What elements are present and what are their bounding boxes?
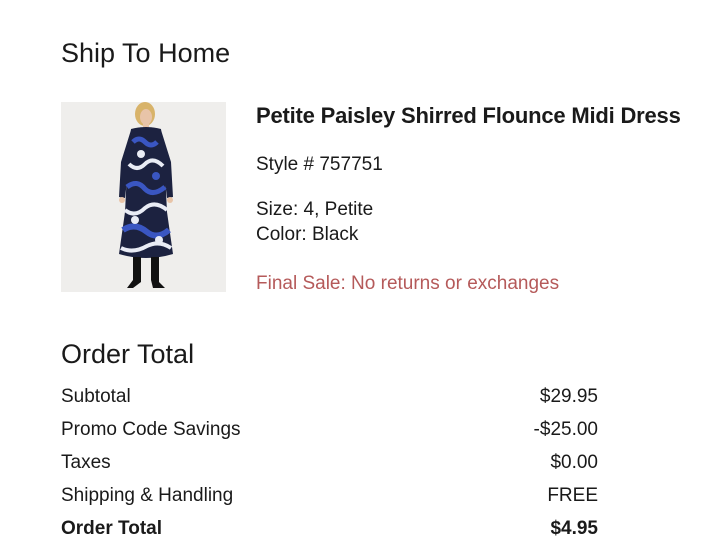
- promo-savings-row: Promo Code Savings -$25.00: [61, 413, 598, 446]
- product-image[interactable]: [61, 102, 226, 292]
- taxes-value: $0.00: [550, 452, 598, 473]
- order-total-label: Order Total: [61, 518, 162, 539]
- taxes-label: Taxes: [61, 452, 111, 473]
- product-details: Petite Paisley Shirred Flounce Midi Dres…: [256, 102, 716, 296]
- order-totals-table: Subtotal $29.95 Promo Code Savings -$25.…: [61, 380, 598, 543]
- shipping-handling-label: Shipping & Handling: [61, 485, 234, 506]
- order-total-heading: Order Total: [61, 339, 195, 369]
- promo-savings-label: Promo Code Savings: [61, 419, 241, 440]
- order-total-row: Order Total $4.95: [61, 512, 598, 543]
- shipping-handling-row: Shipping & Handling FREE: [61, 479, 598, 512]
- product-color: Color: Black: [256, 224, 359, 245]
- promo-savings-value: -$25.00: [533, 419, 598, 440]
- product-style-number: Style # 757751: [256, 154, 383, 175]
- taxes-row: Taxes $0.00: [61, 446, 598, 479]
- subtotal-label: Subtotal: [61, 386, 131, 407]
- order-total-value: $4.95: [550, 518, 598, 539]
- final-sale-notice: Final Sale: No returns or exchanges: [256, 273, 560, 294]
- subtotal-row: Subtotal $29.95: [61, 380, 598, 413]
- order-summary-page: Ship To Home Petite Paisley Shirred Flou…: [0, 0, 724, 543]
- shipping-handling-value: FREE: [547, 485, 598, 506]
- product-name[interactable]: Petite Paisley Shirred Flounce Midi Dres…: [256, 102, 716, 130]
- ship-to-home-heading: Ship To Home: [61, 38, 231, 68]
- product-size: Size: 4, Petite: [256, 199, 374, 220]
- subtotal-value: $29.95: [539, 386, 598, 407]
- dress-photo-icon: [61, 102, 226, 292]
